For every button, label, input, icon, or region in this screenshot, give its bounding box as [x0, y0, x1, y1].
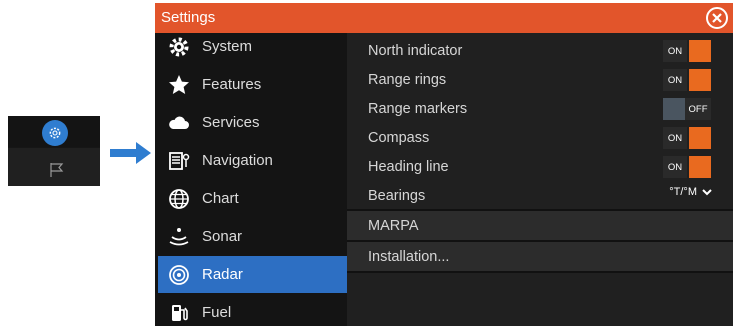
settings-sidebar: System Features Services Navigation Char… [155, 33, 347, 326]
toggle-knob [689, 127, 711, 149]
sonar-icon [166, 224, 192, 250]
toggle-knob [689, 40, 711, 62]
home-thumbnail [8, 116, 100, 186]
title-bar: Settings [155, 3, 733, 33]
sidebar-item-label: Fuel [202, 304, 232, 321]
compass-label: Compass [368, 129, 430, 146]
north-indicator-row[interactable]: North indicator ON [347, 36, 733, 65]
range-rings-label: Range rings [368, 71, 447, 88]
heading-line-toggle[interactable]: ON [663, 156, 711, 178]
north-indicator-label: North indicator [368, 42, 463, 59]
sidebar-item-radar[interactable]: Radar [158, 256, 347, 293]
toggle-state: ON [663, 40, 687, 62]
compass-toggle[interactable]: ON [663, 127, 711, 149]
gear-icon [166, 34, 192, 60]
arrow-right-icon [110, 142, 151, 164]
radar-icon [166, 262, 192, 288]
dialog-title: Settings [161, 9, 216, 26]
star-icon [166, 72, 192, 98]
sidebar-item-system[interactable]: System [158, 33, 347, 65]
heading-line-row[interactable]: Heading line ON [347, 152, 733, 181]
sidebar-item-chart[interactable]: Chart [158, 180, 347, 217]
settings-gear-icon [42, 120, 68, 146]
marpa-label: MARPA [368, 217, 419, 234]
sidebar-item-label: Services [202, 114, 260, 131]
sidebar-item-label: Navigation [202, 152, 273, 169]
toggle-state: ON [663, 127, 687, 149]
marpa-row[interactable]: MARPA [347, 211, 733, 240]
radar-settings-panel: North indicator ON Range rings ON Range … [347, 33, 733, 326]
installation-label: Installation... [368, 248, 450, 265]
sidebar-item-features[interactable]: Features [158, 66, 347, 103]
north-indicator-toggle[interactable]: ON [663, 40, 711, 62]
chevron-down-icon [702, 189, 712, 196]
settings-dialog: Settings System Features Services Naviga… [155, 3, 733, 326]
range-markers-toggle[interactable]: OFF [663, 98, 711, 120]
sidebar-item-navigation[interactable]: Navigation [158, 142, 347, 179]
toggle-state: ON [663, 156, 687, 178]
toggle-knob [689, 156, 711, 178]
toggle-state: OFF [685, 98, 711, 120]
flag-icon [50, 163, 64, 177]
sidebar-item-services[interactable]: Services [158, 104, 347, 141]
globe-icon [166, 186, 192, 212]
sidebar-item-label: Radar [202, 266, 243, 283]
toggle-knob [663, 98, 685, 120]
sidebar-item-fuel[interactable]: Fuel [158, 294, 347, 326]
divider [347, 271, 733, 273]
bearings-label: Bearings [368, 187, 426, 204]
fuel-pump-icon [166, 300, 192, 326]
bearings-row[interactable]: Bearings °T/°M [347, 181, 733, 210]
range-rings-toggle[interactable]: ON [663, 69, 711, 91]
sidebar-item-label: System [202, 38, 253, 55]
range-markers-label: Range markers [368, 100, 468, 117]
range-markers-row[interactable]: Range markers OFF [347, 94, 733, 123]
compass-row[interactable]: Compass ON [347, 123, 733, 152]
sidebar-item-label: Chart [202, 190, 239, 207]
installation-row[interactable]: Installation... [347, 242, 733, 271]
heading-line-label: Heading line [368, 158, 449, 175]
sidebar-item-sonar[interactable]: Sonar [158, 218, 347, 255]
bearings-value: °T/°M [669, 186, 697, 198]
cloud-icon [166, 110, 192, 136]
navigation-icon [166, 148, 192, 174]
range-rings-row[interactable]: Range rings ON [347, 65, 733, 94]
sidebar-item-label: Features [202, 76, 262, 93]
close-icon[interactable] [705, 6, 729, 30]
toggle-knob [689, 69, 711, 91]
toggle-state: ON [663, 69, 687, 91]
sidebar-item-label: Sonar [202, 228, 243, 245]
bearings-select[interactable]: °T/°M [669, 186, 713, 198]
